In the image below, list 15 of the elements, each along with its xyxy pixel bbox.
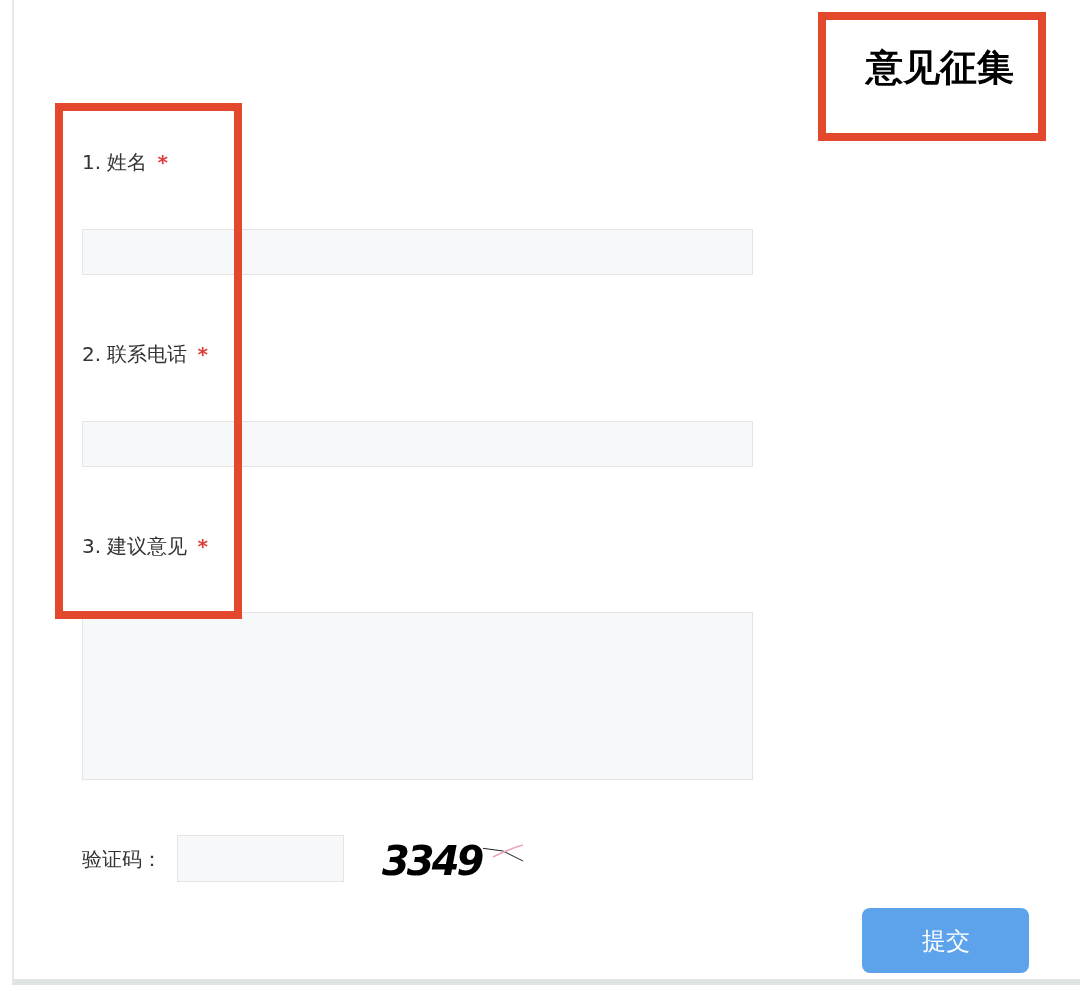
- field-label: 2. 联系电话: [82, 341, 188, 368]
- required-mark: *: [157, 149, 168, 176]
- captcha-code: 3349: [382, 838, 482, 883]
- field-label: 3. 建议意见: [82, 533, 188, 560]
- required-mark: *: [197, 341, 208, 368]
- field-label: 1. 姓名: [82, 149, 148, 176]
- captcha-field[interactable]: [177, 835, 344, 882]
- input-field[interactable]: [82, 229, 753, 275]
- text-area[interactable]: [82, 612, 753, 780]
- submit-button[interactable]: 提交: [862, 908, 1029, 973]
- input-field[interactable]: [82, 421, 753, 467]
- captcha-label: 验证码：: [82, 845, 163, 873]
- noise-line-drawing: [483, 842, 524, 863]
- required-mark: *: [197, 533, 208, 560]
- form-title: 意见征集: [866, 45, 1014, 91]
